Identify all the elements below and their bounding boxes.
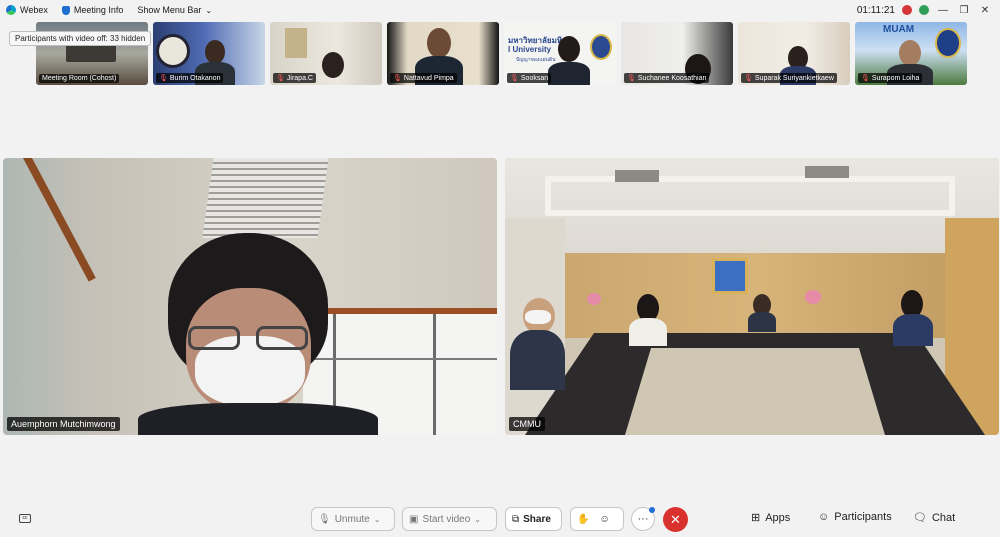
show-menu-bar-button[interactable]: Show Menu Bar ⌄ xyxy=(137,5,212,15)
participant-thumbnail[interactable]: MUAM 🎙 Surapom Loiha xyxy=(855,22,967,85)
mic-muted-icon: 🎙 xyxy=(861,75,870,82)
recording-indicator-icon[interactable] xyxy=(902,5,912,15)
meeting-info-button[interactable]: Meeting Info xyxy=(61,5,124,15)
mic-muted-icon: 🎙 xyxy=(744,75,753,82)
participant-thumbnail[interactable]: 🎙 Burim Otakanon xyxy=(153,22,265,85)
participant-thumbnail[interactable]: มหาวิทยาลัยมหิดล l University ปัญญาของแผ… xyxy=(504,22,616,85)
close-icon[interactable]: ✕ xyxy=(978,5,992,16)
mic-muted-icon: 🎙 xyxy=(318,513,331,525)
minimize-icon[interactable]: — xyxy=(936,5,950,16)
main-video-right[interactable]: CMMU xyxy=(505,158,999,435)
thumbnail-name-label: 🎙 Sooksan xyxy=(507,73,552,83)
apps-button[interactable]: ⊞ Apps xyxy=(751,511,791,525)
university-banner-subtext: ปัญญาของแผ่นดิน xyxy=(516,57,556,63)
leave-meeting-button[interactable]: ✕ xyxy=(663,507,688,532)
meeting-info-label: Meeting Info xyxy=(73,5,124,15)
raise-hand-icon[interactable]: ✋ xyxy=(577,514,589,525)
shield-icon xyxy=(61,5,70,15)
meeting-control-bar: cc 🎙 Unmute ⌄ ▣ Start video ⌄ ⧉ Share ✋ … xyxy=(0,507,1000,533)
more-icon: ··· xyxy=(637,513,649,525)
captions-icon[interactable]: cc xyxy=(19,514,31,523)
thumbnail-name-label: 🎙 Suparak Suriyankietkaew xyxy=(741,73,837,83)
video-filmstrip: Meeting Room (Cohost) 🎙 Burim Otakanon 🎙… xyxy=(36,22,967,85)
app-name: Webex xyxy=(20,5,48,15)
notification-dot xyxy=(649,507,655,513)
participants-label: Participants xyxy=(834,511,892,523)
more-options-button[interactable]: ··· xyxy=(631,507,655,531)
thumbnail-name-label: 🎙 Nattavud Pimpa xyxy=(390,73,457,83)
show-menu-bar-label: Show Menu Bar xyxy=(137,5,202,15)
unmute-label: Unmute xyxy=(334,513,370,525)
title-bar: Webex Meeting Info Show Menu Bar ⌄ 01:11… xyxy=(0,0,1000,20)
app-title: Webex xyxy=(6,5,48,15)
thumbnail-name-label: 🎙 Jirapa.C xyxy=(273,73,316,83)
camera-off-icon: ▣ xyxy=(409,513,419,525)
chevron-down-icon: ⌄ xyxy=(205,5,213,15)
room-name-tag: CMMU xyxy=(509,417,545,431)
participant-thumbnail[interactable]: 🎙 Suparak Suriyankietkaew xyxy=(738,22,850,85)
hidden-participants-tooltip: Participants with video off: 33 hidden xyxy=(9,31,152,46)
chevron-down-icon[interactable]: ⌄ xyxy=(374,515,381,524)
share-label: Share xyxy=(523,513,551,525)
thumbnail-name-label: 🎙 Burim Otakanon xyxy=(156,73,224,83)
network-status-icon[interactable] xyxy=(919,5,929,15)
mic-muted-icon: 🎙 xyxy=(393,75,402,82)
start-video-label: Start video xyxy=(422,513,471,525)
restore-icon[interactable]: ❐ xyxy=(957,5,971,16)
reactions-smiley-icon[interactable]: ☺ xyxy=(599,514,609,525)
mic-muted-icon: 🎙 xyxy=(627,75,636,82)
participant-thumbnail[interactable]: 🎙 Suchanee Koosathian xyxy=(621,22,733,85)
close-icon: ✕ xyxy=(670,511,681,527)
reactions-group: ✋ ☺ xyxy=(570,507,624,531)
chat-bubble-icon: 🗨 xyxy=(913,512,927,524)
apps-label: Apps xyxy=(765,511,791,524)
chevron-down-icon[interactable]: ⌄ xyxy=(474,515,481,524)
apps-grid-icon: ⊞ xyxy=(751,512,761,524)
meeting-timer: 01:11:21 xyxy=(856,4,895,16)
muam-banner-text: MUAM xyxy=(883,24,915,35)
webex-logo-icon xyxy=(6,5,16,15)
participants-button[interactable]: ☺ Participants xyxy=(818,511,892,523)
share-screen-icon: ⧉ xyxy=(512,513,520,525)
chat-button[interactable]: 🗨 Chat xyxy=(913,511,956,525)
thumbnail-name-label: 🎙 Suchanee Koosathian xyxy=(624,73,710,83)
participants-icon: ☺ xyxy=(818,511,830,523)
speaker-name-tag: Auemphorn Mutchimwong xyxy=(7,417,120,431)
titlebar-right: 01:11:21 — ❐ ✕ xyxy=(857,0,992,20)
thumbnail-name-label: 🎙 Surapom Loiha xyxy=(858,73,923,83)
participant-thumbnail[interactable]: 🎙 Jirapa.C xyxy=(270,22,382,85)
thumbnail-name-label: Meeting Room (Cohost) xyxy=(39,74,120,83)
main-video-left[interactable]: Auemphorn Mutchimwong xyxy=(3,158,497,435)
mic-muted-icon: 🎙 xyxy=(510,75,519,82)
mic-muted-icon: 🎙 xyxy=(276,75,285,82)
participant-thumbnail[interactable]: 🎙 Nattavud Pimpa xyxy=(387,22,499,85)
mic-muted-icon: 🎙 xyxy=(159,75,168,82)
unmute-button[interactable]: 🎙 Unmute ⌄ xyxy=(311,507,395,531)
chat-label: Chat xyxy=(931,511,956,524)
share-button[interactable]: ⧉ Share xyxy=(505,507,562,531)
start-video-button[interactable]: ▣ Start video ⌄ xyxy=(402,507,497,531)
